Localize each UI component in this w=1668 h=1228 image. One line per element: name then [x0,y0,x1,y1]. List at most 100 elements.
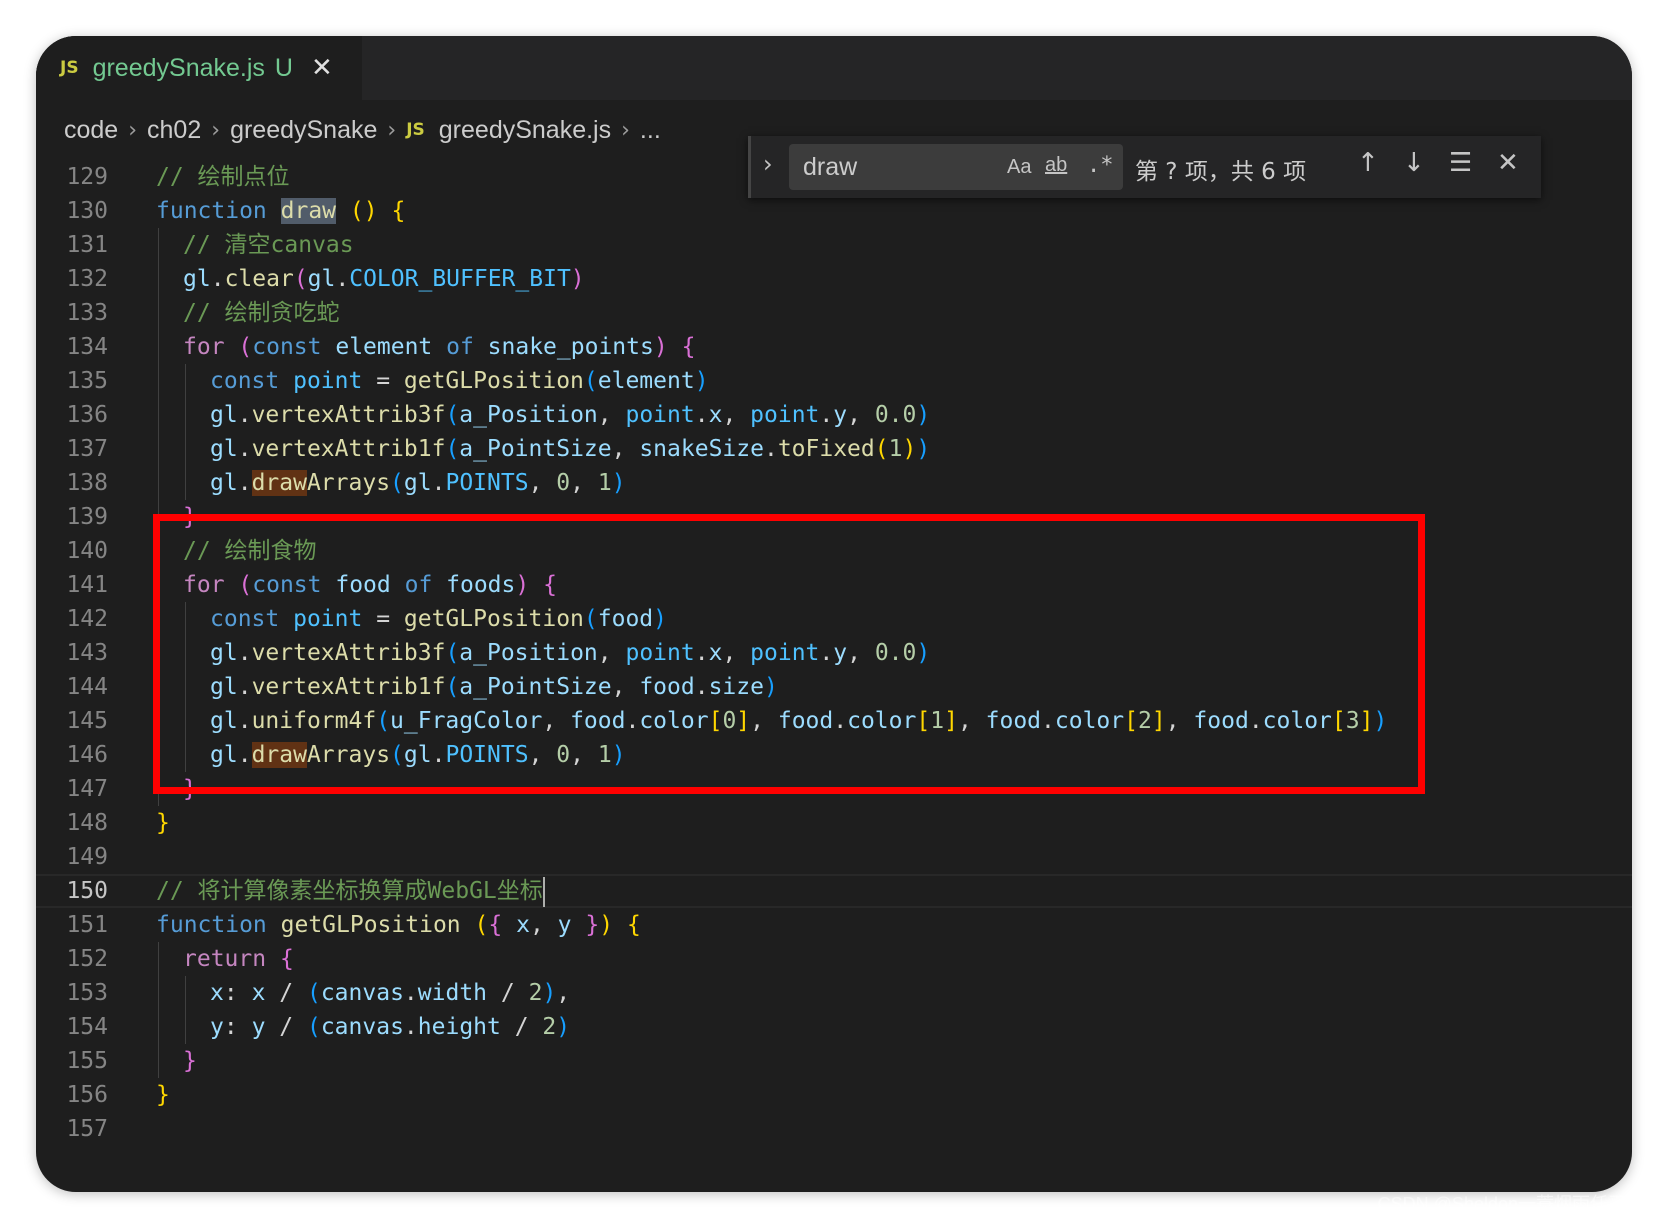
code-token: . [237,470,252,496]
code-token: a_Position [459,402,598,428]
match-case-icon[interactable]: Aa [1007,156,1031,179]
previous-match-arrow-up-icon[interactable]: ↑ [1357,148,1379,178]
line-number: 131 [66,232,108,258]
code-line[interactable]: 133 // 绘制贪吃蛇 [36,296,1632,330]
code-token: = [376,368,404,394]
chevron-right-icon: › [211,117,221,143]
code-token: draw [251,470,307,496]
code-line[interactable]: 156} [36,1078,1632,1112]
line-number: 142 [66,606,108,632]
text-cursor [542,876,545,907]
code-line[interactable]: 150 // 将计算像素坐标换算成WebGL坐标 [36,874,1632,908]
code-token: 1 [888,436,903,462]
code-text: for (const element of snake_points) { [183,330,695,364]
code-token: element [597,368,695,394]
code-token: ( [306,980,321,1006]
code-token: () [349,198,378,224]
indent-guide [158,466,159,500]
indent-guide [185,1010,186,1044]
line-number: 145 [66,708,108,734]
line-number: 149 [66,844,108,870]
code-token: . [403,1014,418,1040]
code-token: . [335,266,350,292]
code-token: snake_points [487,334,654,360]
code-token: } [183,1048,197,1074]
code-token: x [516,912,530,938]
code-line[interactable]: 153 x: x / (canvas.width / 2), [36,976,1632,1010]
code-token: ( [874,436,889,462]
code-line[interactable]: 135 const point = getGLPosition(element) [36,364,1632,398]
code-token: toFixed [777,436,875,462]
code-token: const [210,368,294,394]
code-token: 0.0 [874,402,917,428]
breadcrumb-item-file[interactable]: greedySnake.js [439,116,611,145]
code-line[interactable]: 130 function draw () { [36,194,1632,228]
code-token: 2 [542,1014,557,1040]
code-token: gl [403,470,432,496]
find-input[interactable]: draw Aa ab .* [789,144,1123,190]
code-line[interactable]: 136 gl.vertexAttrib3f(a_Position, point.x… [36,398,1632,432]
toggle-replace-chevron-icon[interactable]: › [763,150,773,178]
code-line[interactable]: 154 y: y / (canvas.height / 2) [36,1010,1632,1044]
find-query: draw [803,153,858,181]
line-number: 129 [66,164,108,190]
indent-guide [158,228,159,262]
code-token: point [293,368,377,394]
code-token: , [529,912,558,938]
code-token: / [279,1014,307,1040]
code-line[interactable]: 152 return { [36,942,1632,976]
code-text: gl.vertexAttrib1f(a_PointSize, snakeSize… [210,432,930,466]
code-line[interactable]: 148} [36,806,1632,840]
code-line[interactable]: 138 gl.drawArrays(gl.POINTS, 0, 1) [36,466,1632,500]
indent-guide [185,432,186,466]
editor-window: JS greedySnake.js U ✕ code › ch02 › gree… [36,36,1632,1192]
code-line[interactable]: 149 [36,840,1632,874]
tab-greedysnake-js[interactable]: JS greedySnake.js U ✕ [36,36,362,100]
line-number: 156 [66,1082,108,1108]
breadcrumb-item-symbols[interactable]: ... [640,116,661,145]
match-whole-word-icon[interactable]: ab [1045,154,1067,177]
indent-guide [158,398,159,432]
code-text: y: y / (canvas.height / 2) [210,1010,570,1044]
regex-icon[interactable]: .* [1087,153,1114,178]
code-token: COLOR_BUFFER_BIT [349,266,571,292]
line-number: 140 [66,538,108,564]
breadcrumb-item-greedysnake[interactable]: greedySnake [230,116,377,145]
next-match-arrow-down-icon[interactable]: ↓ [1403,148,1425,178]
line-number: 132 [66,266,108,292]
code-text: gl.clear(gl.COLOR_BUFFER_BIT) [183,262,585,296]
close-icon[interactable]: ✕ [1497,148,1519,178]
code-token: x [210,980,224,1006]
indent-guide [185,976,186,1010]
breadcrumb-item-ch02[interactable]: ch02 [147,116,201,145]
code-line[interactable]: 151 function getGLPosition ({ x, y }) { [36,908,1632,942]
highlight-annotation-box [153,514,1425,794]
code-line[interactable]: 132 gl.clear(gl.COLOR_BUFFER_BIT) [36,262,1632,296]
code-token: gl [183,266,211,292]
code-token: point [750,402,820,428]
breadcrumb-item-code[interactable]: code [64,116,118,145]
code-token: draw [280,198,337,224]
code-token: const [252,334,336,360]
find-widget: › draw Aa ab .* 第 ? 项，共 6 项 ↑ ↓ ☰ ✕ [748,136,1541,198]
code-token: ( [445,436,460,462]
code-line[interactable]: 157 [36,1112,1632,1146]
code-line[interactable]: 155} [36,1044,1632,1078]
code-token: y [833,402,848,428]
find-in-selection-icon[interactable]: ☰ [1449,148,1472,178]
code-token: gl [210,470,238,496]
code-line[interactable]: 137 gl.vertexAttrib1f(a_PointSize, snakeS… [36,432,1632,466]
code-token: function [156,198,281,224]
code-token: , [722,402,751,428]
code-line[interactable]: 134 for (const element of snake_points) { [36,330,1632,364]
close-icon[interactable]: ✕ [311,53,333,83]
code-token: Arrays [306,470,391,496]
code-token: . [694,402,709,428]
code-line[interactable]: 131 // 清空canvas [36,228,1632,262]
javascript-file-icon: JS [406,120,425,140]
code-token: ) [694,368,709,394]
code-token: gl [210,402,238,428]
tab-filename: greedySnake.js [92,53,265,82]
